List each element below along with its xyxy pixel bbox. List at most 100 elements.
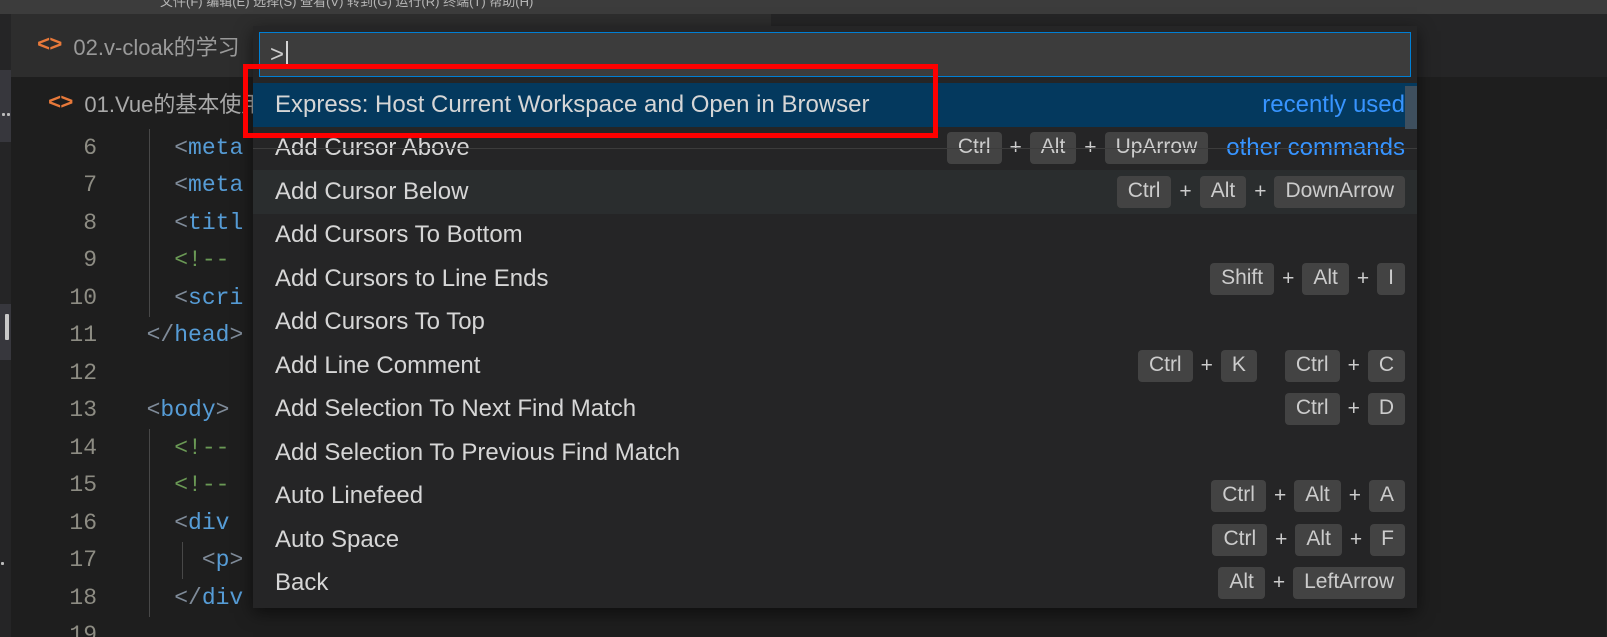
command-palette-item[interactable]: Back Alt + LeftArrow: [253, 562, 1417, 606]
code-token: <: [174, 172, 189, 199]
sliver-row-a[interactable]: [0, 70, 11, 142]
command-palette-item[interactable]: Express: Host Current Workspace and Open…: [253, 83, 1417, 127]
keybinding-key: Alt: [1294, 480, 1341, 512]
keybinding-plus: +: [1273, 484, 1287, 508]
line-number: 6: [83, 134, 97, 161]
command-palette-item-label: Add Cursors To Bottom: [275, 221, 523, 249]
code-text: <!--: [119, 247, 229, 273]
code-token: <: [174, 209, 189, 236]
indent-guide: [149, 241, 150, 279]
code-token: meta: [188, 134, 244, 161]
keybinding-key: C: [1367, 349, 1405, 382]
indent-guide: [149, 129, 150, 167]
sliver-active-indicator: [5, 314, 9, 340]
command-palette-item[interactable]: Add Cursors to Line Ends Shift + Alt + I: [253, 257, 1417, 301]
code-token: >: [215, 397, 230, 424]
command-palette-item[interactable]: Add Selection To Previous Find Match: [253, 431, 1417, 475]
keybinding-key: A: [1368, 480, 1405, 512]
code-line[interactable]: 19: [11, 617, 1607, 637]
code-text: <!--: [119, 472, 229, 498]
keybinding-plus: +: [1179, 179, 1192, 203]
sliver-dot-1: [2, 113, 5, 116]
code-text: <meta: [119, 135, 243, 161]
code-text: <titl: [119, 210, 243, 236]
command-palette-item[interactable]: Add Cursors To Top: [253, 301, 1417, 345]
command-palette-item-label: Express: Host Current Workspace and Open…: [275, 90, 870, 118]
command-palette-item[interactable]: Add Cursors To Bottom: [253, 214, 1417, 258]
indent-guide: [149, 466, 150, 504]
command-palette: > Express: Host Current Workspace and Op…: [253, 26, 1417, 608]
keybinding-plus: +: [1347, 353, 1360, 377]
keybinding-plus: +: [1349, 527, 1363, 551]
line-number: 13: [69, 397, 97, 424]
html-file-icon: <>: [48, 90, 73, 116]
indent-guide: [149, 166, 150, 204]
keybinding-plus: +: [1282, 266, 1295, 290]
keybinding: Ctrl + Alt + DownArrow: [1116, 175, 1405, 208]
command-palette-item-label: Add Selection To Previous Find Match: [275, 438, 681, 466]
command-palette-list[interactable]: Express: Host Current Workspace and Open…: [253, 83, 1417, 608]
code-token: <!--: [174, 472, 230, 499]
editor-tab-label: 02.v-cloak的学习: [73, 34, 240, 60]
command-palette-item[interactable]: Auto Linefeed Ctrl + Alt + A: [253, 475, 1417, 519]
keybinding-key: Ctrl: [1116, 175, 1172, 208]
command-palette-item[interactable]: Add Cursor Above Ctrl + Alt + UpArrow other co…: [253, 127, 1417, 171]
command-palette-item[interactable]: Add Line Comment Ctrl + K Ctrl + C: [253, 344, 1417, 388]
vscode-window: 文件(F) 编辑(E) 选择(S) 查看(V) 转到(G) 运行(R) 终端(T…: [0, 0, 1607, 637]
line-number: 17: [69, 547, 97, 574]
explorer-sidebar-sliver[interactable]: [0, 14, 11, 637]
keybinding-plus: +: [1272, 571, 1286, 595]
command-palette-scrollbar[interactable]: [1405, 86, 1417, 129]
sliver-dot-3: [1, 562, 4, 565]
code-text: </div: [119, 585, 243, 611]
command-palette-group-label: recently used: [1262, 90, 1405, 118]
command-palette-input[interactable]: >: [259, 32, 1411, 77]
indent-guide: [149, 204, 150, 242]
keybinding-plus: +: [1347, 397, 1360, 421]
line-number: 11: [69, 322, 97, 349]
command-palette-input-value: >: [270, 40, 285, 68]
html-file-icon: <>: [37, 32, 62, 58]
code-token: </: [146, 322, 175, 349]
indent-guide: [149, 279, 150, 317]
keybinding: Ctrl + Alt + A: [1211, 480, 1405, 512]
command-palette-item[interactable]: Auto Space Ctrl + Alt + F: [253, 518, 1417, 562]
line-number: 14: [69, 434, 97, 461]
code-token: <!--: [174, 434, 230, 461]
breadcrumb-label: 01.Vue的基本使用: [84, 92, 264, 117]
code-token: >: [229, 322, 244, 349]
line-number: 16: [69, 509, 97, 536]
code-token: <: [201, 547, 216, 574]
code-token: p: [215, 547, 230, 574]
code-token: <: [174, 284, 189, 311]
keybinding-key: Alt: [1218, 567, 1265, 599]
command-palette-item-label: Auto Linefeed: [275, 482, 424, 510]
code-token: div: [201, 584, 244, 611]
keybinding: Ctrl + Alt + F: [1212, 523, 1405, 556]
keybinding-key: Ctrl: [1284, 393, 1340, 425]
keybinding: Ctrl + K Ctrl + C: [1137, 349, 1405, 382]
line-number: 12: [69, 359, 97, 386]
command-palette-item-label: Add Selection To Next Find Match: [275, 395, 637, 423]
command-palette-item[interactable]: Add Selection To Next Find Match Ctrl + D: [253, 388, 1417, 432]
keybinding-plus: +: [1254, 179, 1267, 203]
indent-guide: [149, 429, 150, 467]
menu-bar-text: 文件(F) 编辑(E) 选择(S) 查看(V) 转到(G) 运行(R) 终端(T…: [160, 0, 534, 9]
line-number: 19: [69, 622, 97, 637]
code-token: >: [229, 547, 244, 574]
keybinding: Shift + Alt + I: [1210, 262, 1405, 295]
code-token: div: [188, 509, 230, 536]
indent-guide: [149, 541, 150, 579]
code-token: scri: [188, 284, 244, 311]
command-palette-item[interactable]: Add Cursor Below Ctrl + Alt + DownArrow: [253, 170, 1417, 214]
line-number: 18: [69, 584, 97, 611]
